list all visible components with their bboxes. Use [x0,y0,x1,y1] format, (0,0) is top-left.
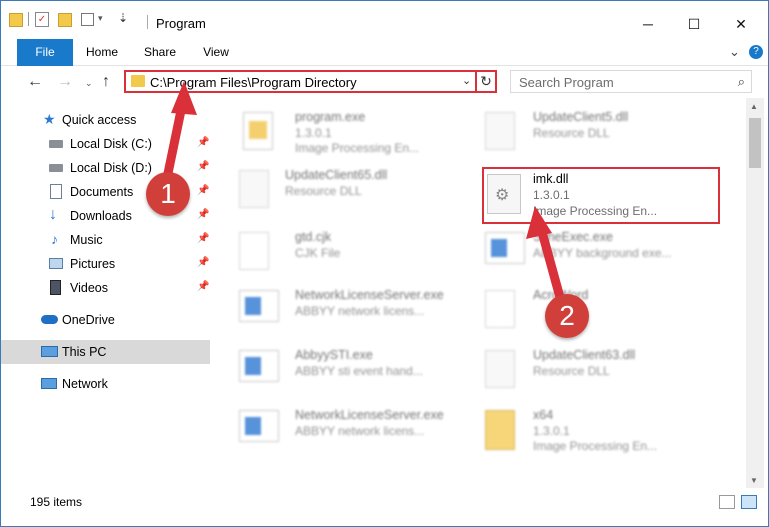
explorer-window: ✓ ▾ ⇣ Program ─ ☐ ✕ File Home Share View… [0,0,769,527]
arrow-1-head [171,81,197,115]
annotation-overlay [161,81,566,306]
step-1-badge: 1 [146,172,190,216]
arrow-2-head [526,206,552,239]
step-2-badge: 2 [545,294,589,338]
